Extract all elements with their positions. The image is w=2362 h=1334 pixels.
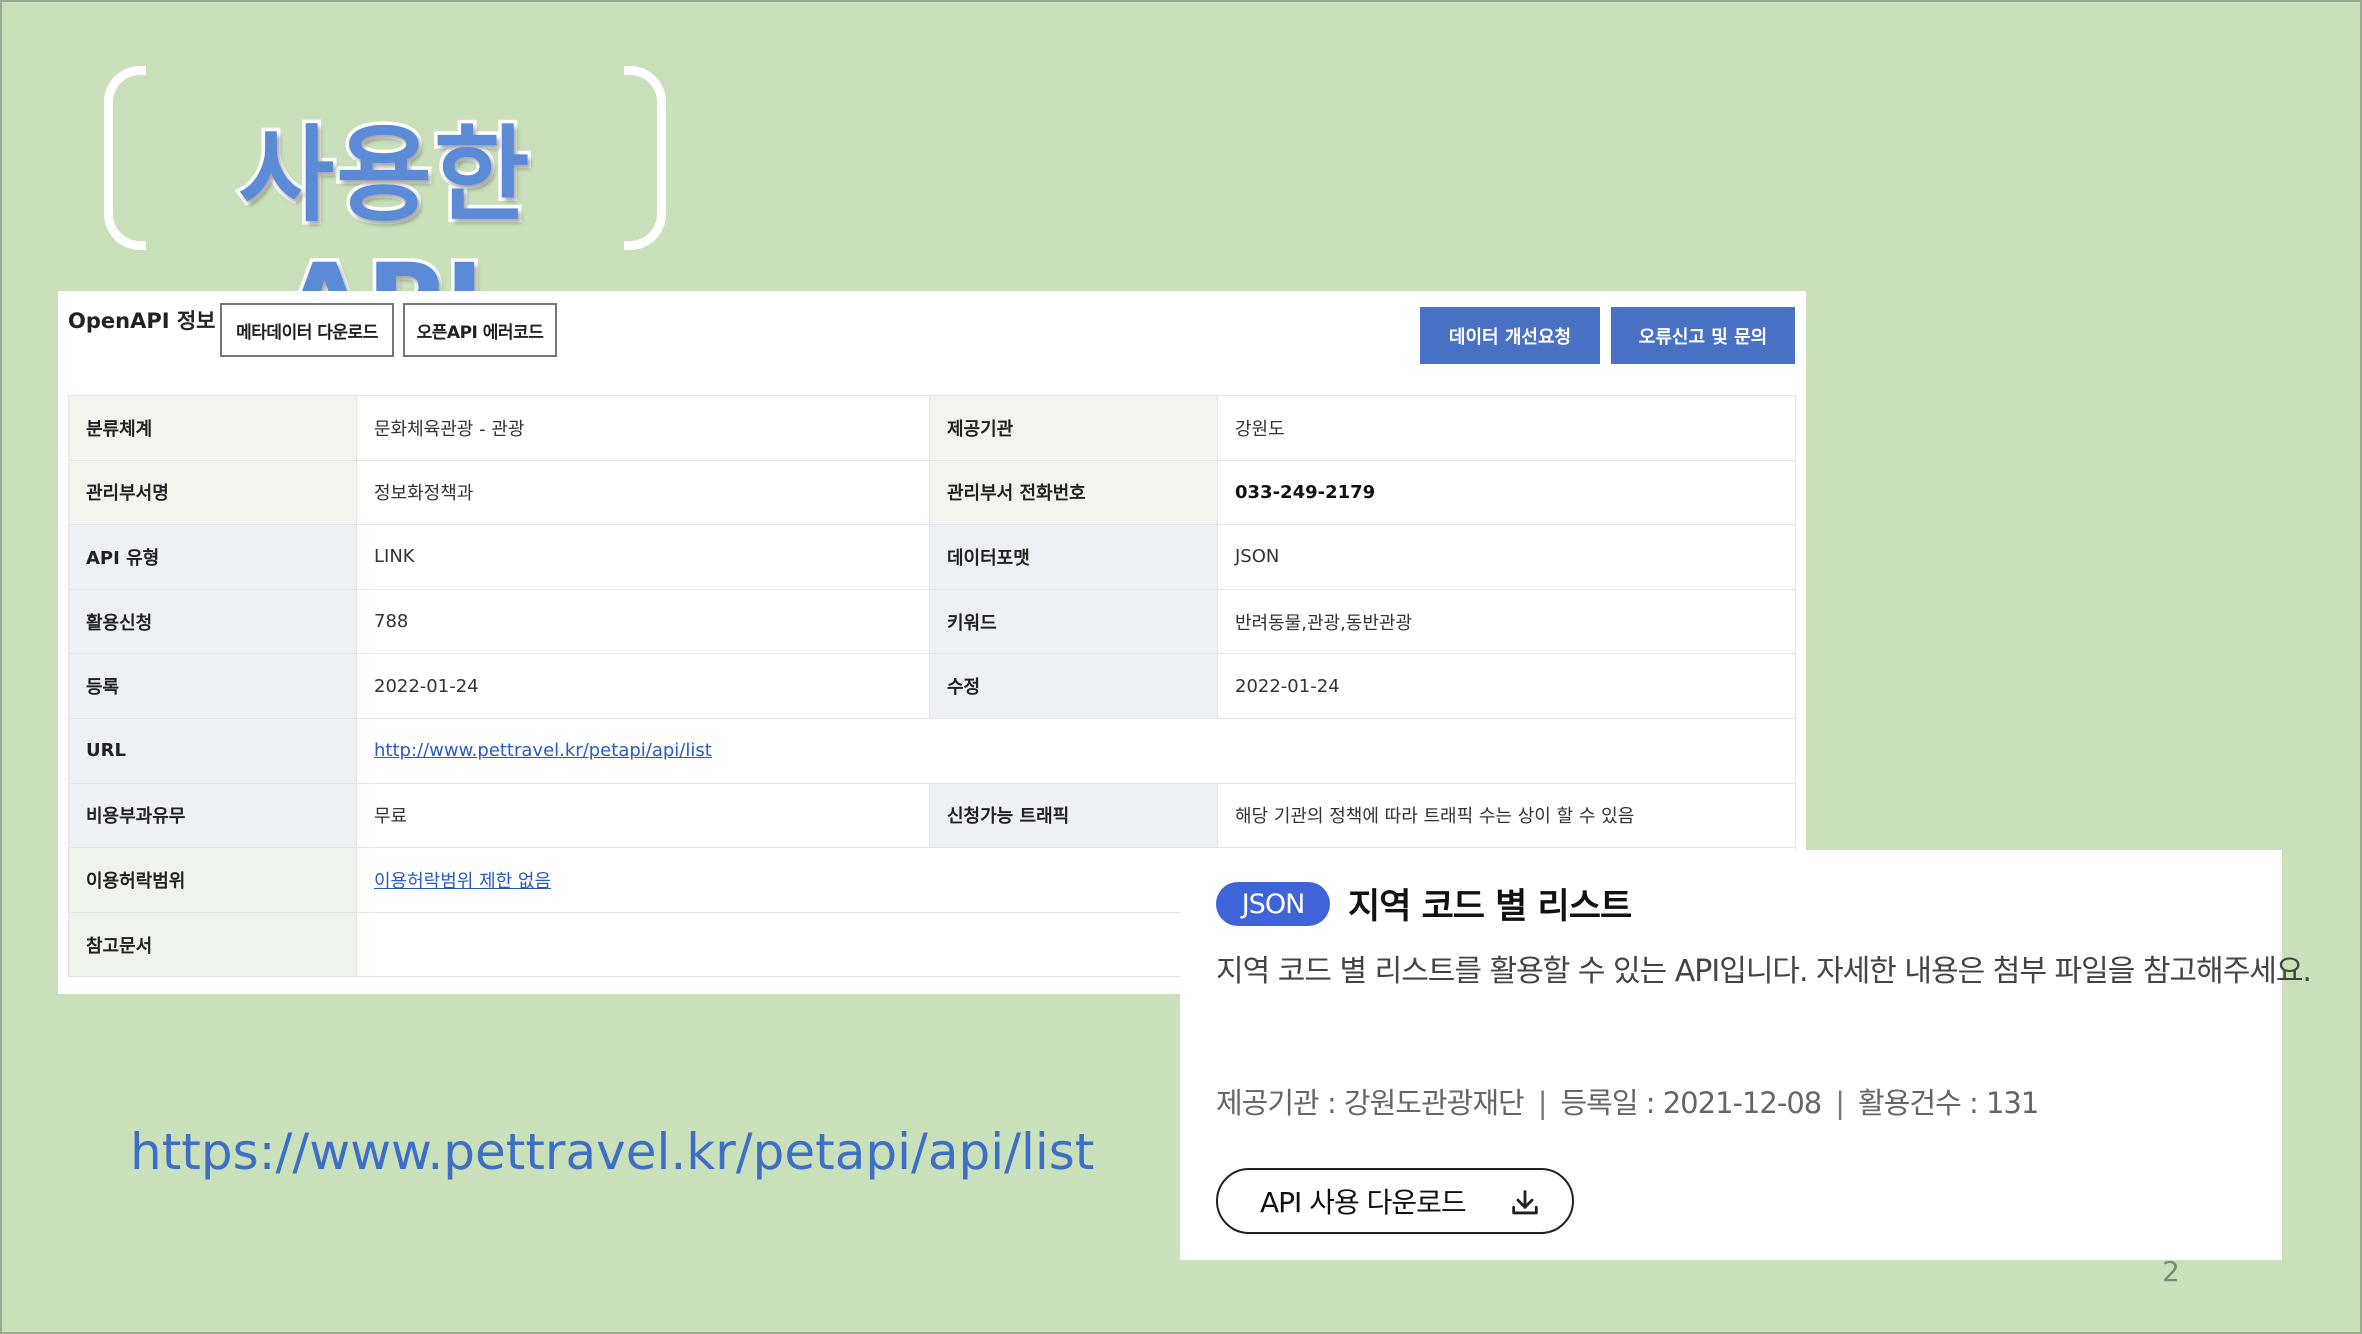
table-key: 신청가능 트래픽 bbox=[929, 782, 1218, 849]
table-key: 분류체계 bbox=[68, 395, 357, 461]
meta-separator: | bbox=[1835, 1086, 1845, 1120]
openapi-info-heading: OpenAPI 정보 bbox=[68, 309, 216, 333]
slide-title-block: 사용한 API bbox=[100, 60, 670, 367]
usage-count-text: 활용건수 : 131 bbox=[1858, 1086, 2039, 1120]
meta-separator: | bbox=[1537, 1086, 1548, 1120]
title-right-bracket bbox=[624, 66, 666, 250]
table-value: 정보화정책과 bbox=[356, 459, 930, 526]
api-download-button[interactable]: API 사용 다운로드 bbox=[1216, 1168, 1574, 1234]
page-number: 2 bbox=[2162, 1255, 2180, 1288]
table-key: 관리부서 전화번호 bbox=[929, 459, 1218, 526]
table-row: 비용부과유무 무료 신청가능 트래픽 해당 기관의 정책에 따라 트래픽 수는 … bbox=[68, 782, 1796, 849]
table-key: 등록 bbox=[68, 653, 357, 719]
table-value-url: http://www.pettravel.kr/petapi/api/list bbox=[356, 717, 1796, 784]
api-card-title[interactable]: 지역 코드 별 리스트 bbox=[1348, 878, 1632, 929]
table-value: 2022-01-24 bbox=[1217, 653, 1796, 719]
api-url-caption: https://www.pettravel.kr/petapi/api/list bbox=[130, 1123, 1095, 1181]
api-download-label: API 사용 다운로드 bbox=[1260, 1186, 1467, 1219]
table-row: 관리부서명 정보화정책과 관리부서 전화번호 033-249-2179 bbox=[68, 459, 1796, 526]
table-row: URL http://www.pettravel.kr/petapi/api/l… bbox=[68, 717, 1796, 784]
table-row: 분류체계 문화체육관광 - 관광 제공기관 강원도 bbox=[68, 395, 1796, 461]
table-value: 해당 기관의 정책에 따라 트래픽 수는 상이 할 수 있음 bbox=[1217, 782, 1796, 849]
table-key: 데이터포맷 bbox=[929, 524, 1218, 590]
table-key: API 유형 bbox=[68, 524, 357, 590]
json-api-card: JSON 지역 코드 별 리스트 지역 코드 별 리스트를 활용할 수 있는 A… bbox=[1180, 850, 2312, 1260]
table-key: 수정 bbox=[929, 653, 1218, 719]
table-value: 문화체육관광 - 관광 bbox=[356, 395, 930, 461]
error-report-inquiry-button[interactable]: 오류신고 및 문의 bbox=[1611, 307, 1795, 364]
table-row: API 유형 LINK 데이터포맷 JSON bbox=[68, 524, 1796, 590]
table-value: 반려동물,관광,동반관광 bbox=[1217, 588, 1796, 655]
table-value: 788 bbox=[356, 588, 930, 655]
provider-text: 제공기관 : 강원도관광재단 bbox=[1216, 1086, 1525, 1120]
registered-date-text: 등록일 : 2021-12-08 bbox=[1560, 1086, 1822, 1120]
api-card-description: 지역 코드 별 리스트를 활용할 수 있는 API입니다. 자세한 내용은 첨부… bbox=[1216, 954, 2312, 989]
download-icon bbox=[1512, 1190, 1538, 1215]
metadata-download-button[interactable]: 메타데이터 다운로드 bbox=[220, 303, 394, 357]
table-key: URL bbox=[68, 717, 357, 784]
table-key: 키워드 bbox=[929, 588, 1218, 655]
json-format-badge: JSON bbox=[1216, 882, 1330, 926]
table-key: 관리부서명 bbox=[68, 459, 357, 526]
table-value: 2022-01-24 bbox=[356, 653, 930, 719]
api-card-meta: 제공기관 : 강원도관광재단 | 등록일 : 2021-12-08 | 활용건수 : 1… bbox=[1216, 1080, 2039, 1122]
table-row: 등록 2022-01-24 수정 2022-01-24 bbox=[68, 653, 1796, 719]
license-scope-link[interactable]: 이용허락범위 제한 없음 bbox=[374, 871, 551, 892]
table-value: LINK bbox=[356, 524, 930, 590]
table-key: 참고문서 bbox=[68, 911, 357, 978]
table-value: JSON bbox=[1217, 524, 1796, 590]
api-url-link[interactable]: http://www.pettravel.kr/petapi/api/list bbox=[374, 740, 712, 761]
table-key: 비용부과유무 bbox=[68, 782, 357, 849]
table-value-phone: 033-249-2179 bbox=[1217, 459, 1796, 526]
table-value: 무료 bbox=[356, 782, 930, 849]
data-improvement-request-button[interactable]: 데이터 개선요청 bbox=[1420, 307, 1600, 364]
table-key: 이용허락범위 bbox=[68, 847, 357, 913]
table-value: 강원도 bbox=[1217, 395, 1796, 461]
table-key: 제공기관 bbox=[929, 395, 1218, 461]
table-key: 활용신청 bbox=[68, 588, 357, 655]
table-row: 활용신청 788 키워드 반려동물,관광,동반관광 bbox=[68, 588, 1796, 655]
openapi-error-code-button[interactable]: 오픈API 에러코드 bbox=[403, 303, 557, 357]
